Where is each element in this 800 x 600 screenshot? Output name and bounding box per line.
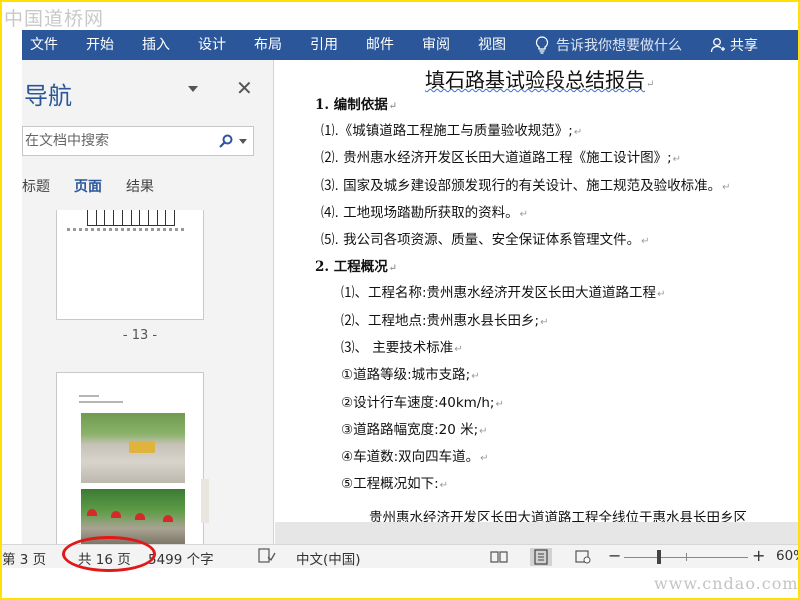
person-icon (710, 38, 725, 53)
zoom-level[interactable]: 60% (776, 548, 800, 564)
site-watermark-logo: 中国道桥网 (4, 8, 105, 30)
tab-pages[interactable]: 页面 (74, 176, 102, 196)
page-number-label: - 13 - (122, 328, 158, 343)
thumbnail-table (87, 210, 176, 226)
search-options-dropdown-icon[interactable] (239, 138, 247, 144)
list-item: ⑵、工程地点:贵州惠水县长田乡;↵ (341, 313, 549, 329)
page-thumbnail-13[interactable] (56, 210, 204, 320)
navigation-title: 导航 (24, 82, 72, 110)
list-item: ③道路路幅宽度:20 米;↵ (341, 422, 488, 438)
thumbnail-text-lines (79, 395, 123, 407)
navigation-tabs: 标题 页面 结果 (22, 176, 178, 196)
document-page[interactable]: 填石路基试验段总结报告↵ 1. 编制依据↵ ⑴.《城镇道路工程施工与质量验收规范… (275, 60, 800, 522)
tab-results[interactable]: 结果 (126, 176, 154, 196)
list-item: ⑶. 国家及城乡建设部颁发现行的有关设计、施工规范及验收标准。↵ (321, 178, 731, 194)
tab-mailings[interactable]: 邮件 (352, 30, 408, 60)
navigation-pane: 导航 ✕ 标题 页面 结果 - 13 - (22, 60, 274, 544)
tab-insert[interactable]: 插入 (128, 30, 184, 60)
list-item: ⑶、 主要技术标准↵ (341, 340, 463, 356)
hard-hat (87, 509, 97, 516)
horizontal-scrollbar[interactable] (275, 522, 800, 544)
tab-file[interactable]: 文件 (22, 30, 72, 60)
zoom-in-button[interactable]: + (752, 546, 765, 565)
list-item: ⑤工程概况如下:↵ (341, 476, 449, 492)
lightbulb-icon (535, 36, 549, 54)
tell-me-text: 告诉我你想要做什么 (556, 38, 682, 54)
close-icon[interactable]: ✕ (236, 78, 253, 98)
section-heading: 2. 工程概况↵ (315, 259, 398, 275)
word-count[interactable]: 5499 个字 (148, 548, 214, 568)
highlight-oval-annotation (62, 536, 156, 572)
page-thumbnail-14[interactable] (56, 372, 209, 544)
list-item: ⑵. 贵州惠水经济开发区长田大道道路工程《施工设计图》;↵ (321, 150, 682, 166)
zoom-slider-thumb[interactable] (657, 550, 661, 564)
site-watermark-url: www.cndao.com (654, 574, 799, 593)
hard-hat (111, 511, 121, 518)
thumbnail-photo-roller (81, 413, 209, 523)
tell-me-search[interactable]: 告诉我你想要做什么 (534, 35, 682, 55)
hard-hat (135, 513, 145, 520)
list-item: ⑴、工程名称:贵州惠水经济开发区长田大道道路工程↵ (341, 285, 666, 301)
tab-layout[interactable]: 布局 (240, 30, 296, 60)
section-heading: 1. 编制依据↵ (315, 97, 398, 113)
share-button[interactable]: 共享 (710, 35, 758, 55)
list-item: ⑴.《城镇道路工程施工与质量验收规范》;↵ (321, 123, 583, 139)
list-item: ①道路等级:城市支路;↵ (341, 367, 480, 383)
tab-home[interactable]: 开始 (72, 30, 128, 60)
tab-references[interactable]: 引用 (296, 30, 352, 60)
list-item: ⑷. 工地现场踏勘所获取的资料。↵ (321, 205, 528, 221)
page-indicator[interactable]: 第 3 页 (2, 548, 46, 568)
hard-hat (163, 515, 173, 522)
tab-view[interactable]: 视图 (464, 30, 520, 60)
proofing-icon[interactable] (258, 548, 276, 568)
top-strip (0, 0, 800, 30)
thumbnail-text-row (67, 228, 187, 231)
tab-review[interactable]: 审阅 (408, 30, 464, 60)
body-paragraph: 贵州惠水经济开发区长田大道道路工程全线位于惠水县长田乡区 (369, 510, 747, 522)
zoom-slider-midmark (686, 553, 687, 561)
search-input[interactable] (23, 133, 213, 149)
document-title: 填石路基试验段总结报告↵ (425, 68, 655, 92)
ribbon-tab-bar: 文件 开始 插入 设计 布局 引用 邮件 审阅 视图 告诉我你想要做什么 共享 (22, 30, 800, 60)
web-layout-icon[interactable] (572, 548, 594, 566)
chevron-down-icon[interactable] (188, 86, 198, 92)
list-item: ②设计行车速度:40km/h;↵ (341, 395, 504, 411)
zoom-out-button[interactable]: − (608, 546, 621, 565)
search-icon[interactable] (219, 134, 233, 148)
list-item: ⑸. 我公司各项资源、质量、安全保证体系管理文件。↵ (321, 232, 650, 248)
list-item: ④车道数:双向四车道。↵ (341, 449, 489, 465)
roller-figure (129, 441, 155, 453)
tab-headings[interactable]: 标题 (22, 176, 50, 196)
worker-figure (201, 479, 209, 523)
navigation-search-box (22, 126, 254, 156)
document-area[interactable]: 填石路基试验段总结报告↵ 1. 编制依据↵ ⑴.《城镇道路工程施工与质量验收规范… (275, 60, 800, 544)
language-indicator[interactable]: 中文(中国) (296, 548, 361, 568)
read-mode-icon[interactable] (488, 548, 510, 566)
tab-design[interactable]: 设计 (184, 30, 240, 60)
print-layout-icon[interactable] (530, 548, 552, 566)
share-label: 共享 (730, 38, 758, 54)
